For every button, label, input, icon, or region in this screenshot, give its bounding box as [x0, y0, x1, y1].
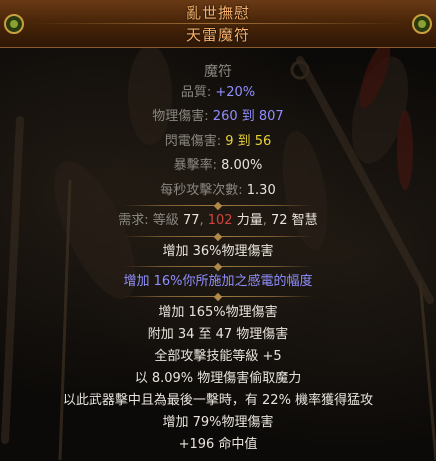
property-value: 1.30: [246, 183, 276, 198]
property-label: 物理傷害:: [152, 109, 213, 124]
item-base-type: 天雷魔符: [185, 26, 250, 44]
required-level: 77: [182, 213, 200, 228]
property-label: 每秒攻擊次數:: [160, 183, 247, 198]
property-value: +20%: [215, 85, 256, 100]
item-class: 魔符: [204, 64, 232, 80]
property-label: 閃電傷害:: [164, 134, 226, 149]
section-divider: [123, 203, 313, 209]
property-label: 品質:: [180, 85, 216, 100]
property-physical-damage: 物理傷害: 260 到 807: [0, 108, 436, 125]
explicit-mod: 以此武器擊中且為最後一擊時，有 22% 機率獲得猛攻: [62, 393, 374, 408]
item-name: 亂世撫慰: [185, 4, 250, 22]
implicit-mod: 增加 36%物理傷害: [162, 244, 274, 259]
explicit-mod: 全部攻擊技能等級 +5: [154, 349, 282, 364]
item-header: 亂世撫慰 天雷魔符: [0, 0, 436, 48]
enchant-mod: 增加 16%你所施加之感電的幅度: [123, 274, 313, 289]
item-tooltip: 亂世撫慰 天雷魔符 魔符 品質: +20% 物理傷害: 260 到 807 閃電…: [0, 0, 436, 461]
explicit-mod: 以 8.09% 物理傷害偷取魔力: [134, 371, 302, 386]
section-divider: [123, 294, 313, 300]
explicit-mod: +196 命中值: [178, 437, 258, 452]
property-attack-speed: 每秒攻擊次數: 1.30: [0, 182, 436, 199]
property-value: 260 到 807: [212, 109, 284, 124]
requirements: 需求: 等級 77, 102 力量, 72 智慧: [118, 213, 318, 228]
property-quality: 品質: +20%: [0, 84, 436, 101]
section-divider: [123, 264, 313, 270]
header-divider: [30, 23, 406, 24]
explicit-mod: 增加 79%物理傷害: [162, 415, 274, 430]
property-value: 8.00%: [221, 158, 263, 173]
explicit-mod: 增加 165%物理傷害: [158, 305, 278, 320]
property-lightning-damage: 閃電傷害: 9 到 56: [0, 133, 436, 150]
required-intelligence: 72: [271, 213, 288, 228]
requirements-label: 需求: 等級: [118, 213, 183, 228]
required-strength: 102: [207, 213, 233, 228]
property-value: 9 到 56: [225, 134, 272, 149]
section-divider: [123, 234, 313, 240]
explicit-mod: 附加 34 至 47 物理傷害: [147, 327, 289, 342]
property-crit-chance: 暴擊率: 8.00%: [0, 157, 436, 174]
property-label: 暴擊率:: [173, 158, 222, 173]
